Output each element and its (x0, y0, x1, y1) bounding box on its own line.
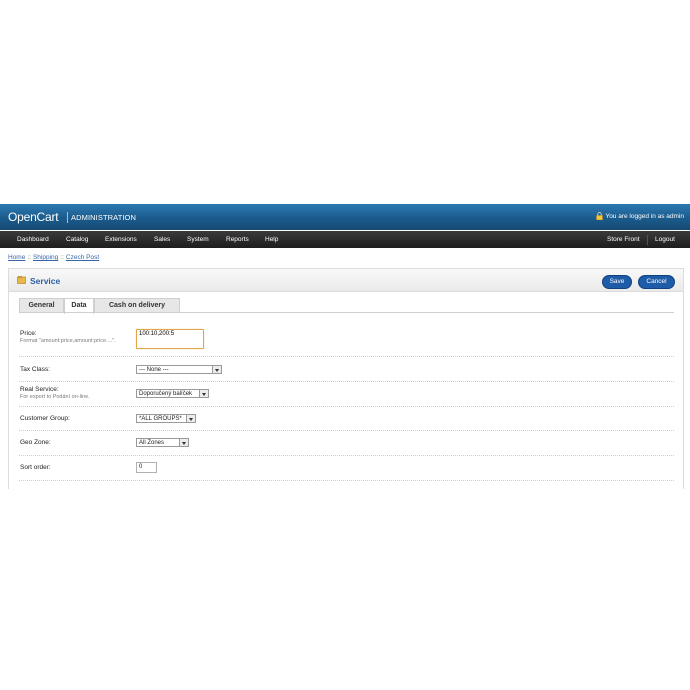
form-row-customer-group: Customer Group: *ALL GROUPS* (19, 407, 674, 431)
form-row-real-service: Real Service: For export to Podání on-li… (19, 382, 674, 407)
admin-app: OpenCart ADMINISTRATION You are logged i… (0, 204, 690, 489)
form-row-tax-class: Tax Class: --- None --- (19, 357, 674, 382)
geo-zone-label: Geo Zone: (20, 439, 51, 446)
sort-order-label: Sort order: (20, 464, 51, 471)
breadcrumb-separator: :: (27, 254, 31, 261)
form-row-price: Price: Format "amount:price,amount:price… (19, 316, 674, 357)
sort-order-input[interactable]: 0 (136, 462, 157, 473)
real-service-label: Real Service: For export to Podání on-li… (20, 386, 90, 400)
price-help: Format "amount:price,amount:price....". (20, 337, 116, 344)
customer-group-select[interactable]: *ALL GROUPS* (136, 414, 196, 423)
menu-store-front[interactable]: Store Front (607, 236, 640, 243)
chevron-down-icon (199, 390, 208, 397)
geo-zone-select[interactable]: All Zones (136, 438, 189, 447)
chevron-down-icon (212, 366, 221, 373)
breadcrumb-separator: :: (60, 254, 64, 261)
real-service-select[interactable]: Doporučený balíček (136, 389, 209, 398)
real-service-value: Doporučený balíček (139, 391, 193, 397)
admin-title: ADMINISTRATION (71, 212, 137, 222)
customer-group-label: Customer Group: (20, 415, 70, 422)
form-row-geo-zone: Geo Zone: All Zones (19, 431, 674, 456)
price-label-text: Price: (20, 330, 37, 337)
breadcrumb-czech-post[interactable]: Czech Post (66, 254, 99, 261)
tax-class-value: --- None --- (139, 367, 169, 373)
logged-in-text: You are logged in as admin (605, 212, 684, 220)
tab-cash-on-delivery[interactable]: Cash on delivery (94, 298, 180, 313)
tab-divider (19, 312, 674, 313)
menu-system[interactable]: System (187, 236, 209, 243)
menu-dashboard[interactable]: Dashboard (17, 236, 49, 243)
form-row-sort-order: Sort order: 0 (19, 456, 674, 481)
main-menu: Dashboard Catalog Extensions Sales Syste… (0, 231, 690, 248)
customer-group-value: *ALL GROUPS* (139, 416, 182, 422)
save-button[interactable]: Save (602, 275, 632, 289)
price-textarea[interactable]: 100:10,200:5 (136, 329, 204, 349)
content-box: Service Save Cancel General Data Cash on… (8, 268, 684, 489)
breadcrumb: Home:: Shipping:: Czech Post (8, 254, 99, 261)
price-label: Price: Format "amount:price,amount:price… (20, 330, 120, 344)
lock-icon (596, 212, 604, 220)
chevron-down-icon (186, 415, 195, 422)
tab-general[interactable]: General (19, 298, 64, 313)
logged-in-status: You are logged in as admin (596, 212, 684, 220)
menu-sales[interactable]: Sales (154, 236, 170, 243)
menu-reports[interactable]: Reports (226, 236, 249, 243)
breadcrumb-shipping[interactable]: Shipping (33, 254, 58, 261)
geo-zone-value: All Zones (139, 440, 165, 446)
chevron-down-icon (179, 439, 188, 446)
menu-divider (647, 235, 648, 245)
tax-class-label: Tax Class: (20, 366, 50, 373)
breadcrumb-home[interactable]: Home (8, 254, 25, 261)
logo-divider (67, 212, 68, 223)
page-title: Service (30, 276, 61, 286)
real-service-help: For export to Podání on-line. (20, 393, 90, 400)
tax-class-select[interactable]: --- None --- (136, 365, 222, 374)
menu-catalog[interactable]: Catalog (66, 236, 88, 243)
shipping-icon (17, 276, 26, 284)
real-service-label-text: Real Service: (20, 386, 59, 393)
menu-logout[interactable]: Logout (655, 236, 675, 243)
menu-help[interactable]: Help (265, 236, 278, 243)
box-heading: Service Save Cancel (9, 269, 683, 292)
logo[interactable]: OpenCart (8, 210, 59, 224)
menu-extensions[interactable]: Extensions (105, 236, 137, 243)
cancel-button[interactable]: Cancel (638, 275, 675, 289)
header: OpenCart ADMINISTRATION You are logged i… (0, 204, 690, 230)
